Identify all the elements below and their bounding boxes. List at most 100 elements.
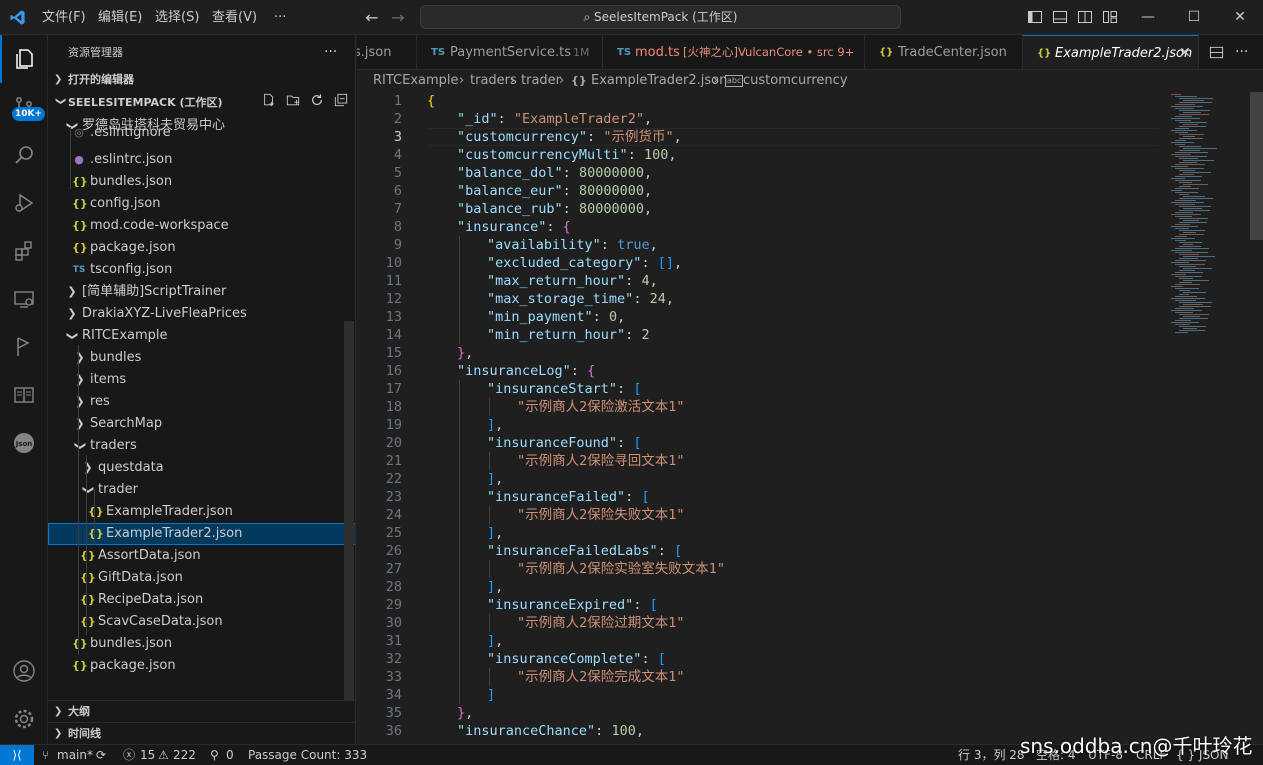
cursor-position[interactable]: 行 3，列 28 xyxy=(958,745,1025,765)
tree-item[interactable]: ❯ DrakiaXYZ-LiveFleaPrices xyxy=(48,303,355,325)
book-button[interactable] xyxy=(0,371,48,419)
run-debug-button[interactable] xyxy=(0,179,48,227)
arrow-left-icon[interactable]: ← xyxy=(362,8,382,28)
remote-indicator-icon[interactable]: ⟩⟨ xyxy=(0,745,34,765)
tree-item[interactable]: ❯ items xyxy=(48,369,355,391)
pull-requests-button[interactable] xyxy=(0,323,48,371)
open-editors-header[interactable]: ❯ 打开的编辑器 xyxy=(48,69,355,91)
outline-header[interactable]: ❯ 大纲 xyxy=(48,700,355,722)
close-button[interactable]: ✕ xyxy=(1217,0,1263,35)
tree-item[interactable]: {} package.json xyxy=(48,655,355,677)
manage-button[interactable] xyxy=(0,695,48,743)
error-count[interactable]: 15 xyxy=(140,745,155,765)
tab-example-trader2[interactable]: {} ExampleTrader2.json ✕ xyxy=(1023,35,1199,69)
tree-item[interactable]: {} bundles.json xyxy=(48,633,355,655)
arrow-right-icon[interactable]: → xyxy=(388,8,408,28)
refresh-icon[interactable] xyxy=(308,92,326,114)
vscode-logo-icon[interactable] xyxy=(9,9,26,26)
line-number: 27 xyxy=(385,561,402,577)
new-folder-icon[interactable] xyxy=(284,92,302,114)
code-line: "balance_dol": 80000000, xyxy=(457,165,653,181)
close-icon[interactable]: ✕ xyxy=(1179,36,1191,69)
tree-item[interactable]: ◎ .eslintignore xyxy=(48,122,355,144)
more-actions-icon[interactable]: ··· xyxy=(1235,35,1248,69)
tree-item[interactable]: {} ScavCaseData.json xyxy=(48,611,355,633)
remote-explorer-button[interactable] xyxy=(0,275,48,323)
toggle-secondary-sidebar-icon[interactable] xyxy=(1077,9,1093,25)
tree-item[interactable]: ● .eslintrc.json xyxy=(48,149,355,171)
tab-status: [火神之心]VulcanCore • src 9+ xyxy=(683,45,855,59)
breadcrumb-item[interactable]: trader xyxy=(521,70,561,92)
json-tool-button[interactable]: Json xyxy=(0,419,48,467)
explorer-button[interactable] xyxy=(0,35,48,83)
json-file-icon: {} xyxy=(80,571,96,584)
tab-s-json[interactable]: s.json xyxy=(357,35,417,69)
extensions-icon xyxy=(15,241,32,261)
tree-item[interactable]: ❯ traders xyxy=(48,435,355,457)
minimap-line xyxy=(1171,310,1202,311)
minimap-line xyxy=(1179,294,1189,295)
more-actions-icon[interactable]: ··· xyxy=(324,35,337,70)
ports-count[interactable]: 0 xyxy=(226,745,234,765)
passage-count[interactable]: Passage Count: 333 xyxy=(248,745,367,765)
menu-more[interactable]: ··· xyxy=(274,0,286,35)
indent-guide xyxy=(459,452,460,470)
tree-item[interactable]: ❯ questdata xyxy=(48,457,355,479)
tree-item[interactable]: {} RecipeData.json xyxy=(48,589,355,611)
collapse-all-icon[interactable] xyxy=(332,92,350,114)
accounts-button[interactable] xyxy=(0,647,48,695)
customize-layout-icon[interactable] xyxy=(1102,9,1118,25)
maximize-button[interactable]: ☐ xyxy=(1171,0,1217,35)
split-editor-icon[interactable] xyxy=(1209,45,1224,60)
tree-item[interactable]: {} package.json xyxy=(48,237,355,259)
git-branch[interactable]: main* xyxy=(57,745,93,765)
tree-item-label: ExampleTrader2.json xyxy=(106,526,243,541)
minimap-line xyxy=(1183,148,1217,149)
code-line: ], xyxy=(487,579,504,595)
command-center-search[interactable]: ⌕ SeelesItemPack (工作区) xyxy=(420,5,901,29)
tree-item[interactable]: ❯ bundles xyxy=(48,347,355,369)
toggle-primary-sidebar-icon[interactable] xyxy=(1027,9,1043,25)
new-file-icon[interactable] xyxy=(260,92,278,114)
tab-trade-center[interactable]: {} TradeCenter.json xyxy=(865,35,1023,69)
breadcrumb-item[interactable]: ExampleTrader2.json xyxy=(591,70,727,92)
tree-item[interactable]: {} AssortData.json xyxy=(48,545,355,567)
extensions-button[interactable] xyxy=(0,227,48,275)
line-number: 14 xyxy=(385,327,402,343)
toggle-panel-icon[interactable] xyxy=(1052,9,1068,25)
sidebar-scrollbar[interactable] xyxy=(344,321,354,701)
minimize-button[interactable]: — xyxy=(1125,0,1171,35)
warning-count[interactable]: 222 xyxy=(173,745,196,765)
tree-item[interactable]: {} config.json xyxy=(48,193,355,215)
code-line: "min_return_hour": 2 xyxy=(487,327,650,343)
search-button[interactable] xyxy=(0,131,48,179)
tree-item[interactable]: {} GiftData.json xyxy=(48,567,355,589)
tree-item[interactable]: ❯ RITCExample xyxy=(48,325,355,347)
menu-view[interactable]: 查看(V) xyxy=(212,0,257,35)
editor-scrollbar-thumb[interactable] xyxy=(1250,92,1263,240)
breadcrumb-item[interactable]: RITCExample xyxy=(373,70,459,92)
indent-guide xyxy=(459,416,460,434)
minimap-line xyxy=(1175,248,1209,249)
tree-item[interactable]: TS tsconfig.json xyxy=(48,259,355,281)
indent-guide xyxy=(459,614,460,632)
minimap-line xyxy=(1183,124,1198,125)
menu-edit[interactable]: 编辑(E) xyxy=(98,0,142,35)
tree-item[interactable]: {} bundles.json xyxy=(48,171,355,193)
tree-item[interactable]: {} mod.code-workspace xyxy=(48,215,355,237)
menu-file[interactable]: 文件(F) xyxy=(42,0,86,35)
tree-item[interactable]: ❯ res xyxy=(48,391,355,413)
code-editor[interactable]: 1 {2 "_id": "ExampleTrader2", 3 "customcurre… xyxy=(357,92,1263,744)
breadcrumb-item[interactable]: customcurrency xyxy=(743,70,848,92)
tree-item[interactable]: ❯ SearchMap xyxy=(48,413,355,435)
tab-mod-ts[interactable]: TS mod.ts [火神之心]VulcanCore • src 9+ xyxy=(603,35,865,69)
tree-item[interactable]: ❯ [简单辅助]ScriptTrainer xyxy=(48,281,355,303)
timeline-header[interactable]: ❯ 时间线 xyxy=(48,722,355,744)
minimap-line xyxy=(1175,320,1191,321)
sync-icon[interactable]: ⟳ xyxy=(96,745,106,765)
minimap[interactable] xyxy=(1167,92,1247,342)
tab-payment-service[interactable]: TS PaymentService.ts 1M xyxy=(417,35,603,69)
code-line: ], xyxy=(487,633,504,649)
menu-selection[interactable]: 选择(S) xyxy=(155,0,199,35)
minimap-line xyxy=(1179,150,1200,151)
